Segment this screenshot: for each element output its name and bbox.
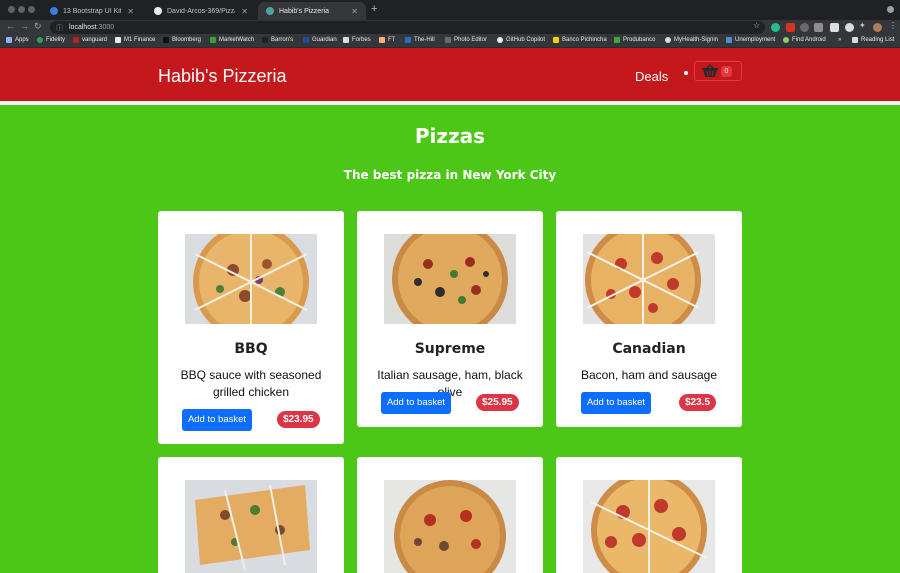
bookmark-item[interactable]: Guardian: [303, 37, 337, 43]
tab-close-icon[interactable]: ✕: [235, 7, 248, 16]
url-port: :3000: [96, 24, 115, 31]
bookmark-item[interactable]: Barron's: [262, 37, 293, 43]
extension-icon[interactable]: [845, 23, 854, 32]
browser-tab-strip: 13 Bootstrap UI Kits That Will Im ✕ Davi…: [0, 0, 900, 20]
tab-close-icon[interactable]: ✕: [345, 7, 358, 16]
bookmark-item[interactable]: MarketWatch: [210, 37, 254, 43]
pizza-card: [357, 457, 543, 573]
pizza-name: BBQ: [234, 341, 268, 357]
bookmark-item[interactable]: FT: [379, 37, 395, 43]
pizza-image-bbq: [185, 234, 317, 324]
pizza-image-canadian: [583, 234, 715, 324]
extensions-puzzle-icon[interactable]: ✦: [859, 21, 866, 30]
back-icon[interactable]: ←: [6, 21, 15, 31]
pizza-card: [158, 457, 344, 573]
price-badge: $23.95: [277, 411, 320, 428]
bookmark-item[interactable]: vanguard: [73, 37, 107, 43]
pizza-name: Supreme: [414, 341, 486, 357]
pizza-image: [583, 480, 715, 573]
basket-button[interactable]: 0: [694, 61, 742, 81]
pizza-description: BBQ sauce with seasoned grilled chicken: [180, 368, 322, 399]
price-badge: $25.95: [476, 394, 519, 411]
window-minimize-dot[interactable]: [18, 6, 25, 13]
reading-list[interactable]: Reading List: [852, 37, 894, 43]
reload-icon[interactable]: ↻: [34, 21, 42, 32]
browser-toolbar: ← → ↻ ⓘ localhost :3000 ☆ ✦ ⋮: [0, 20, 900, 35]
nav-link-deals[interactable]: Deals: [635, 69, 668, 84]
bookmark-item[interactable]: MyHealth-Signin: [665, 37, 718, 43]
extension-icon[interactable]: [830, 23, 839, 32]
extension-icon[interactable]: [786, 23, 795, 32]
window-close-dot[interactable]: [8, 6, 15, 13]
browser-tab-active[interactable]: Habib's Pizzeria ✕: [258, 2, 366, 20]
tab-title: 13 Bootstrap UI Kits That Will Im: [63, 7, 121, 15]
browser-tab[interactable]: 13 Bootstrap UI Kits That Will Im ✕: [42, 2, 142, 20]
extension-icon[interactable]: [814, 23, 823, 32]
pizza-card: [556, 457, 742, 573]
bookmark-item[interactable]: Find Android: [783, 37, 826, 43]
tab-title: Habib's Pizzeria: [279, 7, 329, 15]
extension-icon[interactable]: [771, 23, 780, 32]
brand-link[interactable]: Habib's Pizzeria: [158, 66, 287, 87]
pizza-card: Supreme Italian sausage, ham, black oliv…: [357, 211, 543, 427]
bookmark-item[interactable]: GitHub Copilot: [497, 37, 545, 43]
tab-close-icon[interactable]: ✕: [121, 7, 134, 16]
price-badge: $23.5: [679, 394, 717, 411]
bookmark-star-icon[interactable]: ☆: [753, 21, 760, 30]
bookmark-item[interactable]: Produbanco: [614, 37, 655, 43]
new-tab-icon[interactable]: +: [371, 3, 377, 15]
url-host: localhost: [69, 24, 97, 31]
bookmark-item[interactable]: Banco Pichincha: [553, 37, 607, 43]
bookmark-item[interactable]: Photo Editor: [445, 37, 487, 43]
bookmark-item[interactable]: Fidelity: [37, 37, 65, 43]
page-subtitle: The best pizza in New York City: [343, 168, 557, 182]
forward-icon[interactable]: →: [20, 21, 29, 31]
bookmark-item[interactable]: Apps: [6, 37, 29, 43]
add-to-basket-button[interactable]: Add to basket: [381, 392, 451, 414]
site-navbar: [0, 48, 900, 101]
extension-icon[interactable]: [800, 23, 809, 32]
more-bookmarks-icon[interactable]: »: [838, 37, 841, 43]
tab-favicon-icon: [266, 7, 274, 15]
address-bar[interactable]: ⓘ localhost :3000: [50, 21, 765, 34]
tab-title: David-Arcos-369/Pizza-Menu: [167, 7, 235, 15]
basket-icon: [701, 64, 719, 84]
nav-bullet: [684, 71, 688, 75]
bookmark-item[interactable]: Unemployment: [726, 37, 775, 43]
window-zoom-dot[interactable]: [28, 6, 35, 13]
browser-menu-icon[interactable]: ⋮: [889, 21, 897, 30]
pizza-image: [384, 480, 516, 573]
add-to-basket-button[interactable]: Add to basket: [182, 409, 252, 431]
profile-dot-icon[interactable]: [887, 6, 894, 13]
site-info-icon[interactable]: ⓘ: [56, 23, 63, 33]
bookmark-item[interactable]: The-Hill: [405, 37, 435, 43]
pizza-card: Canadian Bacon, ham and sausage Add to b…: [556, 211, 742, 427]
pizza-name: Canadian: [612, 341, 686, 357]
bookmark-item[interactable]: M1 Finance: [115, 37, 155, 43]
tab-favicon-icon: [50, 7, 58, 15]
add-to-basket-button[interactable]: Add to basket: [581, 392, 651, 414]
bookmark-item[interactable]: Bloomberg: [163, 37, 201, 43]
browser-tab[interactable]: David-Arcos-369/Pizza-Menu ✕: [146, 2, 256, 20]
pizza-image-supreme: [384, 234, 516, 324]
avatar[interactable]: [873, 23, 882, 32]
page-title: Pizzas: [414, 124, 486, 148]
pizza-card: BBQ BBQ sauce with seasoned grilled chic…: [158, 211, 344, 444]
pizza-description: Bacon, ham and sausage: [580, 368, 718, 382]
bookmark-item[interactable]: Forbes: [343, 37, 371, 43]
bookmarks-bar: Apps Fidelity vanguard M1 Finance Bloomb…: [0, 35, 900, 48]
pizza-image: [185, 480, 317, 573]
navbar-divider: [0, 101, 900, 105]
basket-count-badge: 0: [721, 66, 732, 77]
github-icon: [154, 7, 162, 15]
